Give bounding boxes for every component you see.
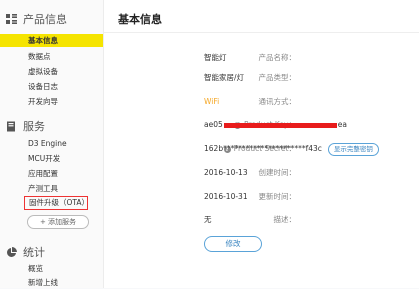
nav-dev-guide[interactable]: 开发向导 <box>0 95 103 108</box>
section-label: 产品信息 <box>23 13 67 26</box>
field-label: 更新时间： <box>258 192 297 201</box>
field-label: 产品类型： <box>258 73 297 82</box>
field-value: ae05 ea <box>204 118 347 132</box>
field-label: 描述： <box>273 215 297 224</box>
nav-d3-engine[interactable]: D3 Engine <box>0 137 103 150</box>
field-product-secret: ? Product Secret： 162b******************… <box>104 142 419 156</box>
nav-basic-info[interactable]: 基本信息 <box>0 34 103 47</box>
field-label: 创建时间： <box>258 168 297 177</box>
section-label: 服务 <box>23 120 45 133</box>
field-value: 2016-10-13 <box>204 168 248 177</box>
field-label: 通讯方式： <box>258 97 297 106</box>
section-product-info[interactable]: 产品信息 <box>4 11 67 27</box>
nav-mcu-dev[interactable]: MCU开发 <box>0 152 103 165</box>
nav-overview[interactable]: 概览 <box>0 262 103 275</box>
secret-value: 162b**********************f43c <box>204 144 322 153</box>
divider <box>104 32 419 33</box>
field-value: 无 <box>204 215 212 224</box>
field-updated-time: 更新时间： 2016-10-31 <box>104 190 419 204</box>
pie-chart-icon <box>4 245 18 259</box>
show-full-key-button[interactable]: 显示完整密钥 <box>327 142 379 156</box>
nav-ota-upgrade[interactable]: 固件升级（OTA） <box>24 196 89 210</box>
field-value: 2016-10-31 <box>204 192 248 201</box>
field-comm-method: 通讯方式： WiFi <box>104 95 419 109</box>
edit-button[interactable]: 修改 <box>204 236 262 252</box>
field-value: 智能家居/灯 <box>204 73 245 82</box>
add-service-button[interactable]: + 添加服务 <box>27 215 89 229</box>
nav-app-config[interactable]: 应用配置 <box>0 167 103 180</box>
nav-data-points[interactable]: 数据点 <box>0 50 103 63</box>
nav-device-log[interactable]: 设备日志 <box>0 80 103 93</box>
main-panel: 基本信息 产品名称： 智能灯 产品类型： 智能家居/灯 通讯方式： WiFi ?… <box>104 0 419 288</box>
field-created-time: 创建时间： 2016-10-13 <box>104 166 419 180</box>
key-prefix: ae05 <box>204 120 223 129</box>
grid-icon <box>4 12 18 26</box>
page-title: 基本信息 <box>118 13 162 26</box>
field-value: 智能灯 <box>204 53 227 62</box>
nav-virtual-device[interactable]: 虚拟设备 <box>0 65 103 78</box>
nav-new-online[interactable]: 新增上线 <box>0 276 103 289</box>
section-statistics[interactable]: 统计 <box>4 244 45 260</box>
nav-production-test[interactable]: 产测工具 <box>0 182 103 195</box>
field-label: 产品名称： <box>258 53 297 62</box>
field-value: 162b**********************f43c 显示完整密钥 <box>204 142 379 156</box>
section-label: 统计 <box>23 246 45 259</box>
sidebar: 产品信息 基本信息 数据点 虚拟设备 设备日志 开发向导 服务 D3 Engin… <box>0 0 104 288</box>
field-description: 描述： 无 <box>104 213 419 227</box>
field-product-name: 产品名称： 智能灯 <box>104 51 419 65</box>
field-product-type: 产品类型： 智能家居/灯 <box>104 71 419 85</box>
book-icon <box>4 119 18 133</box>
section-services[interactable]: 服务 <box>4 118 45 134</box>
field-product-key: ? Product Key： ae05 ea <box>104 118 419 132</box>
key-suffix: ea <box>337 120 347 129</box>
field-value: WiFi <box>204 97 220 106</box>
redaction-bar <box>223 122 337 128</box>
